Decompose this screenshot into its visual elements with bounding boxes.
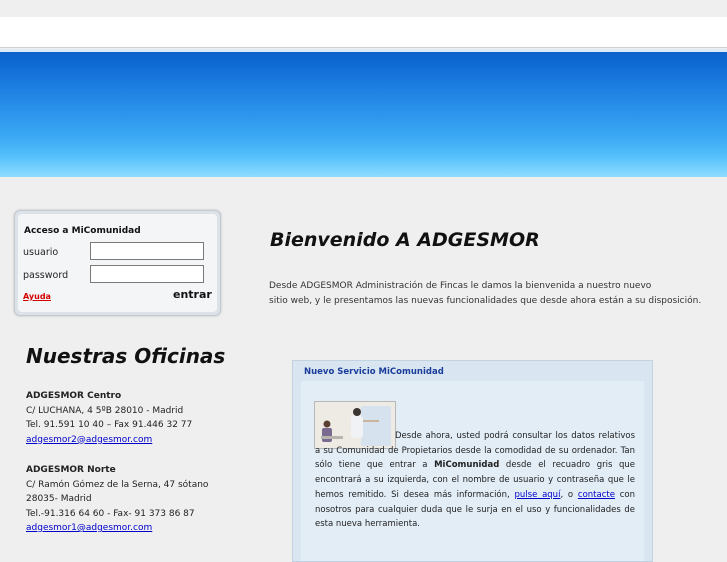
news-title: Nuevo Servicio MiComunidad bbox=[304, 367, 444, 377]
welcome-line: sitio web, y le presentamos las nuevas f… bbox=[269, 296, 702, 306]
news-text: Desde ahora, usted podrá consultar los d… bbox=[315, 429, 635, 532]
password-input[interactable] bbox=[90, 265, 204, 283]
more-info-link[interactable]: pulse aquí bbox=[515, 490, 561, 500]
office-city: 28035- Madrid bbox=[26, 494, 92, 504]
news-text-part: , o bbox=[560, 489, 578, 500]
office-phone: Tel.-91.316 64 60 - Fax- 91 373 86 87 bbox=[26, 508, 195, 519]
office-email-link[interactable]: adgesmor1@adgesmor.com bbox=[26, 523, 152, 533]
login-title: Acceso a MiComunidad bbox=[24, 226, 141, 236]
news-content: Desde ahora, usted podrá consultar los d… bbox=[301, 381, 644, 561]
login-box: Acceso a MiComunidad usuario password Ay… bbox=[14, 210, 221, 316]
offices-title: Nuestras Oficinas bbox=[26, 344, 226, 368]
welcome-title: Bienvenido A ADGESMOR bbox=[270, 229, 540, 251]
contact-link[interactable]: contacte bbox=[578, 490, 615, 500]
office-name: ADGESMOR Norte bbox=[26, 465, 116, 475]
office-norte: ADGESMOR Norte C/ Ramón Gómez de la Sern… bbox=[26, 463, 208, 536]
top-gap bbox=[0, 0, 727, 17]
login-box-inner: Acceso a MiComunidad usuario password Ay… bbox=[18, 214, 217, 312]
office-address: C/ Ramón Gómez de la Serna, 47 sótano bbox=[26, 479, 209, 490]
help-link[interactable]: Ayuda bbox=[23, 292, 51, 301]
login-submit-button[interactable]: entrar bbox=[173, 288, 212, 301]
top-bar bbox=[0, 17, 727, 48]
office-phone: Tel. 91.591 10 40 – Fax 91.446 32 77 bbox=[26, 420, 193, 430]
username-label: usuario bbox=[23, 247, 59, 258]
password-label: password bbox=[23, 270, 69, 281]
username-input[interactable] bbox=[90, 242, 204, 260]
header-banner bbox=[0, 49, 727, 177]
news-text-bold: MiComunidad bbox=[434, 460, 500, 471]
office-email-link[interactable]: adgesmor2@adgesmor.com bbox=[26, 435, 152, 445]
welcome-text: Desde ADGESMOR Administración de Fincas … bbox=[269, 279, 709, 309]
welcome-line: Desde ADGESMOR Administración de Fincas … bbox=[269, 281, 652, 291]
office-centro: ADGESMOR Centro C/ LUCHANA, 4 5ºB 28010 … bbox=[26, 389, 192, 447]
office-address: C/ LUCHANA, 4 5ºB 28010 - Madrid bbox=[26, 405, 184, 416]
news-box: Nuevo Servicio MiComunidad Desde ahora, … bbox=[292, 360, 653, 562]
office-name: ADGESMOR Centro bbox=[26, 391, 122, 401]
